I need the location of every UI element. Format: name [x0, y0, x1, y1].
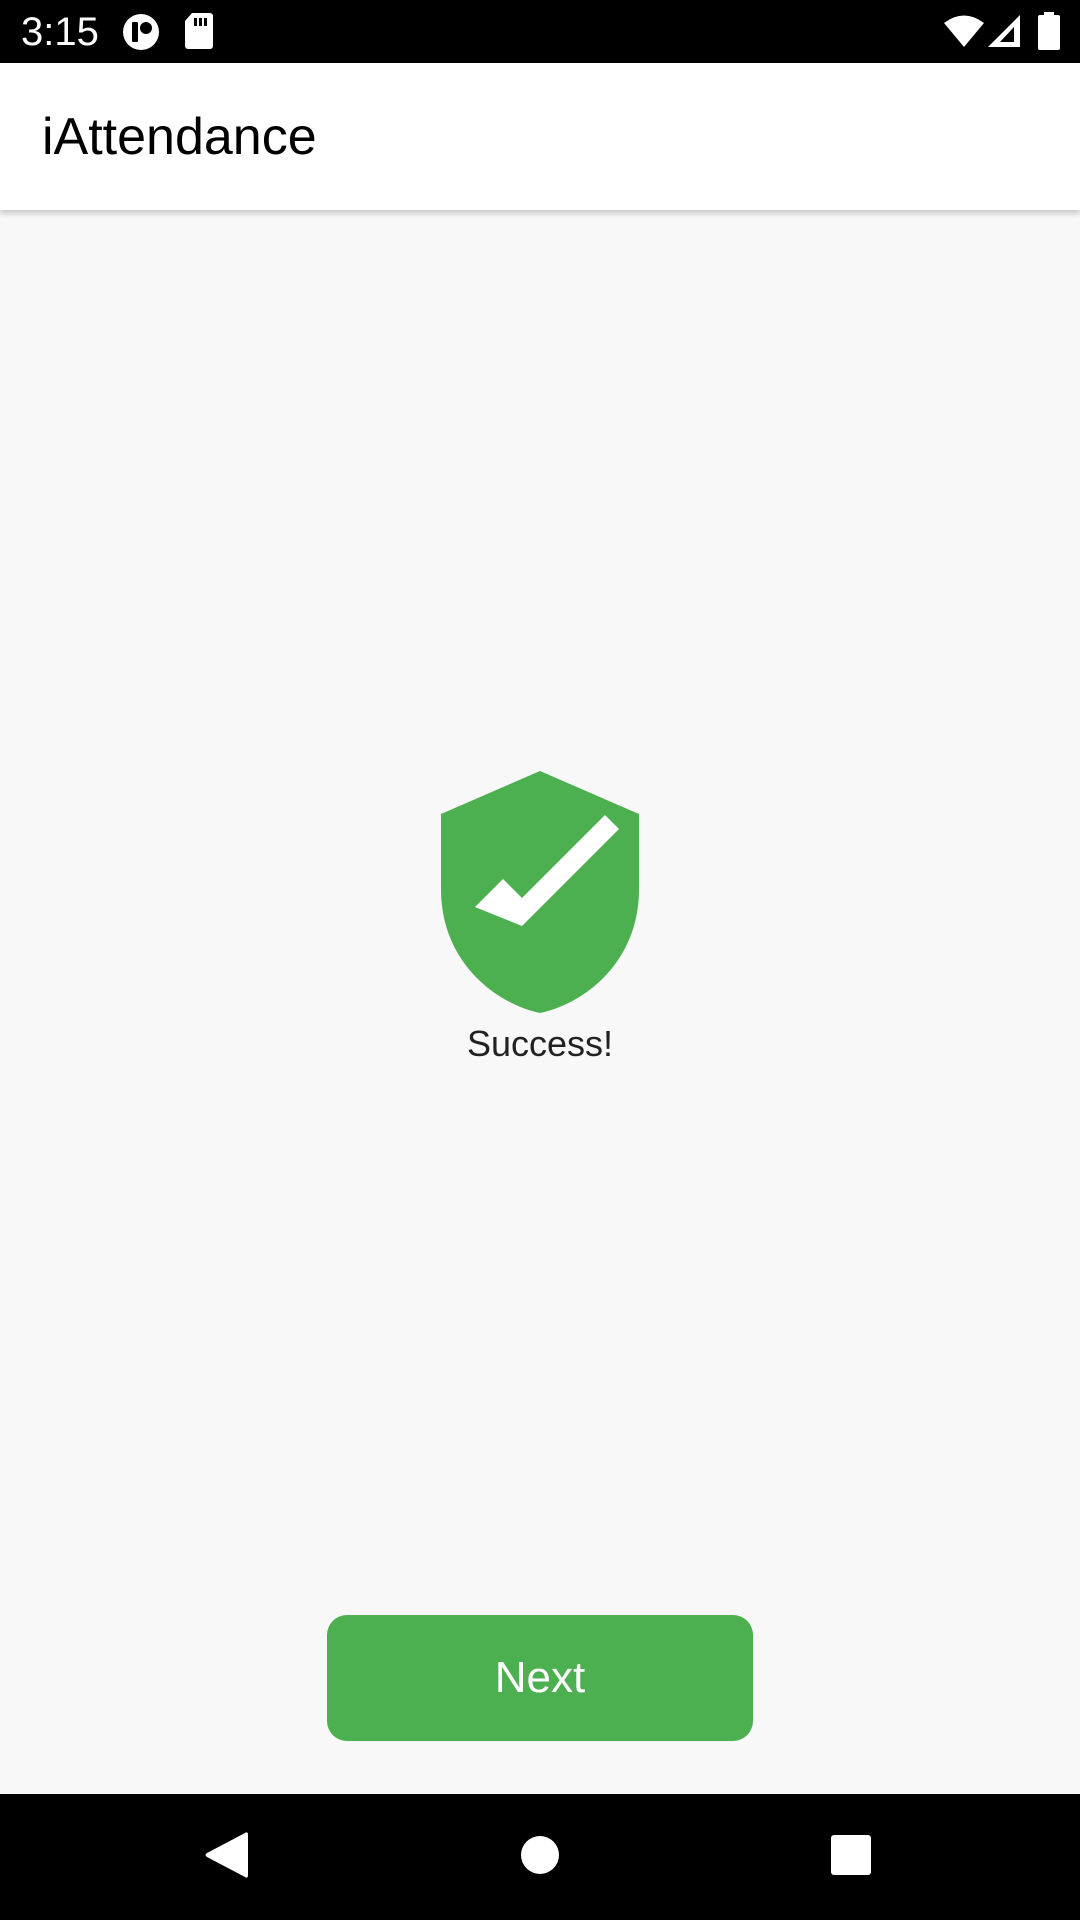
app-title: iAttendance: [42, 108, 317, 166]
home-button[interactable]: [460, 1794, 620, 1920]
next-button[interactable]: Next: [327, 1615, 753, 1741]
recents-icon: [831, 1834, 871, 1880]
navigation-bar: [0, 1794, 1080, 1920]
home-icon: [520, 1835, 560, 1880]
notification-app-icon: [121, 12, 161, 57]
sd-card-icon: [184, 12, 214, 55]
back-button[interactable]: [146, 1794, 306, 1920]
status-bar: 3:15: [0, 0, 1080, 63]
cellular-signal-icon: [987, 14, 1021, 53]
screen: 3:15 iAttendance Success! Next: [0, 0, 1080, 1920]
recents-button[interactable]: [771, 1794, 931, 1920]
app-bar: iAttendance: [0, 63, 1080, 210]
shield-check-icon: [441, 771, 639, 1013]
back-icon: [204, 1831, 248, 1884]
wifi-icon: [944, 14, 984, 53]
success-message: Success!: [466, 1023, 614, 1064]
status-time: 3:15: [21, 10, 99, 54]
battery-icon: [1038, 12, 1060, 55]
